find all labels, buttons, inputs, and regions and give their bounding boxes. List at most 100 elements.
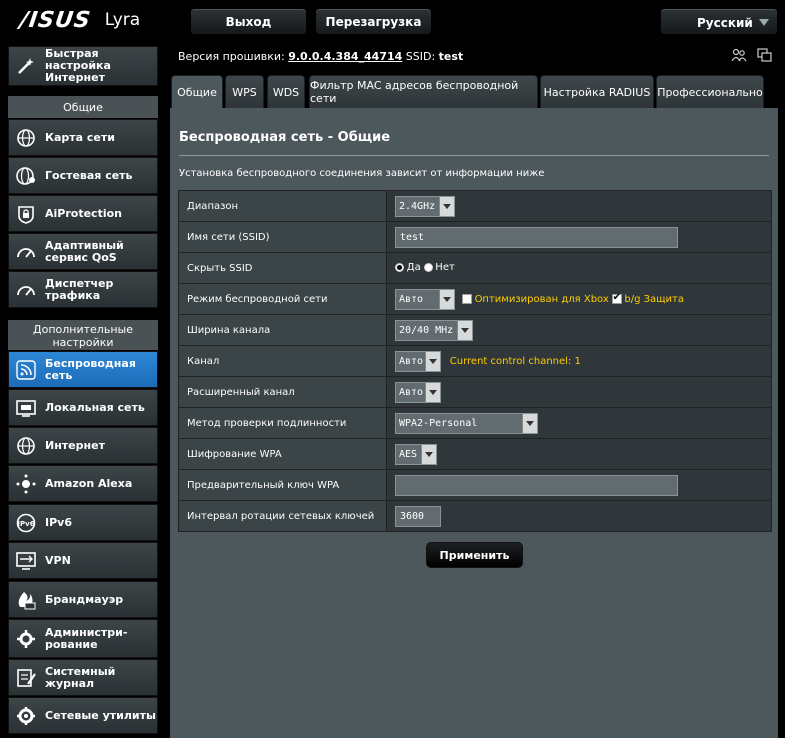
page-description: Установка беспроводного соединения завис… (179, 168, 545, 179)
asus-logo[interactable]: /ISUS Lyra (18, 7, 141, 33)
tab-general[interactable]: Общие (171, 75, 223, 108)
sidebar-item-label: Amazon Alexa (45, 476, 133, 490)
logout-button[interactable]: Выход (190, 8, 307, 35)
firmware-label: Версия прошивки: (178, 50, 285, 63)
hide-ssid-yes-radio[interactable] (395, 263, 404, 273)
firewall-icon (15, 589, 37, 611)
tab-wds[interactable]: WDS (267, 75, 305, 108)
bg-protection-checkbox[interactable] (611, 292, 622, 304)
sidebar-item-label: Беспроводная сеть (45, 356, 136, 382)
page-title: Беспроводная сеть - Общие (179, 130, 391, 145)
tab-radius[interactable]: Настройка RADIUS (540, 75, 654, 108)
psk-label: Предварительный ключ WPA (178, 469, 387, 501)
auth-select[interactable]: WPA2-Personal (395, 412, 538, 434)
sidebar-item-network-tools[interactable]: Сетевые утилиты (8, 697, 158, 734)
auth-row: Метод проверки подлинности WPA2-Personal (178, 407, 772, 439)
sidebar: Быстрая настройка Интернет Общие Карта с… (0, 40, 170, 738)
channel-info: Current control channel: 1 (449, 355, 581, 367)
sidebar-item-lan[interactable]: Локальная сеть (8, 389, 158, 426)
copy-icon[interactable] (757, 48, 773, 62)
sidebar-item-internet[interactable]: Интернет (8, 427, 158, 464)
mode-select[interactable]: Авто (395, 288, 455, 310)
sidebar-item-system-log[interactable]: Системный журнал (8, 659, 158, 696)
sidebar-item-ipv6[interactable]: IPv6 IPv6 (8, 504, 158, 541)
chevron-down-icon (425, 351, 440, 371)
band-value: 2.4GHz (399, 200, 436, 212)
lock-icon (15, 203, 37, 225)
band-select[interactable]: 2.4GHz (395, 195, 455, 217)
sidebar-item-label: Интернет (45, 438, 105, 452)
firmware-version-link[interactable]: 9.0.0.4.384_44714 (288, 50, 402, 63)
wifi-icon (15, 359, 37, 381)
channel-label: Канал (178, 345, 387, 377)
encryption-row: Шифрование WPA AES (178, 438, 772, 470)
sidebar-item-label: Сетевые утилиты (45, 708, 156, 722)
ssid-row: Имя сети (SSID) test (178, 221, 772, 253)
sidebar-item-network-map[interactable]: Карта сети (8, 119, 158, 156)
gauge-icon (15, 279, 37, 301)
hide-ssid-yes-label: Да (406, 262, 421, 274)
mode-label: Режим беспроводной сети (178, 283, 387, 315)
ext-channel-row: Расширенный канал Авто (178, 376, 772, 408)
interval-input[interactable]: 3600 (395, 505, 441, 527)
sidebar-item-traffic-manager[interactable]: Диспетчер трафика (8, 271, 158, 308)
sidebar-item-firewall[interactable]: Брандмауэр (8, 581, 158, 618)
guest-network-icon (15, 165, 37, 187)
tab-wps[interactable]: WPS (225, 75, 264, 108)
tab-mac-filter[interactable]: Фильтр MAC адресов беспроводной сети (309, 75, 538, 108)
brand-logo-text: /ISUS (18, 7, 93, 33)
sidebar-item-aiprotection[interactable]: AiProtection (8, 195, 158, 232)
language-value: Русский (697, 16, 753, 30)
sidebar-item-alexa[interactable]: Amazon Alexa (8, 465, 158, 502)
ext-channel-select[interactable]: Авто (395, 381, 441, 403)
psk-input[interactable] (395, 474, 678, 496)
sidebar-item-label: Администри-рование (45, 625, 128, 651)
interval-row: Интервал ротации сетевых ключей 3600 (178, 500, 772, 532)
sidebar-item-guest-network[interactable]: Гостевая сеть (8, 157, 158, 194)
sidebar-item-wireless[interactable]: Беспроводная сеть (8, 351, 158, 388)
chevron-down-icon (439, 289, 454, 309)
ipv6-icon: IPv6 (15, 512, 37, 534)
encryption-select[interactable]: AES (395, 443, 437, 465)
sidebar-item-label: IPv6 (45, 515, 72, 529)
auth-label: Метод проверки подлинности (178, 407, 387, 439)
gear-icon (15, 628, 37, 650)
title-divider (179, 155, 769, 156)
info-row: Версия прошивки: 9.0.0.4.384_44714 SSID:… (170, 40, 785, 72)
hide-ssid-no-label: Нет (435, 262, 455, 274)
tools-icon (15, 705, 37, 727)
sidebar-item-label: AiProtection (45, 206, 122, 220)
log-icon (15, 667, 37, 689)
sidebar-item-qos[interactable]: Адаптивный сервис QoS (8, 233, 158, 270)
lan-icon (15, 397, 37, 419)
language-select[interactable]: Русский (660, 8, 778, 35)
auth-value: WPA2-Personal (399, 417, 478, 429)
channel-select[interactable]: Авто (395, 350, 441, 372)
xbox-checkbox[interactable] (461, 294, 472, 304)
chevron-down-icon (421, 444, 436, 464)
ssid-input[interactable]: test (395, 226, 678, 248)
sidebar-item-quick-setup[interactable]: Быстрая настройка Интернет (8, 46, 158, 86)
xbox-label: Оптимизирован для Xbox (474, 293, 609, 305)
chevron-down-icon (439, 196, 454, 216)
sidebar-item-label: Диспетчер трафика (45, 276, 114, 302)
users-icon[interactable] (731, 48, 747, 62)
globe-icon (15, 127, 37, 149)
section-advanced: Дополнительные настройки (8, 320, 158, 350)
sidebar-item-vpn[interactable]: VPN (8, 542, 158, 579)
apply-button[interactable]: Применить (426, 542, 523, 568)
hide-ssid-label: Скрыть SSID (178, 252, 387, 284)
tab-professional[interactable]: Профессионально (656, 75, 764, 108)
reboot-button[interactable]: Перезагрузка (315, 8, 432, 35)
band-label: Диапазон (178, 190, 387, 222)
hide-ssid-row: Скрыть SSID Да Нет (178, 252, 772, 284)
ssid-label: SSID: (405, 50, 436, 63)
hide-ssid-no-radio[interactable] (423, 263, 433, 273)
width-select[interactable]: 20/40 MHz (395, 319, 473, 341)
mode-row: Режим беспроводной сети Авто Оптимизиров… (178, 283, 772, 315)
width-label: Ширина канала (178, 314, 387, 346)
chevron-down-icon (522, 413, 537, 433)
settings-table: Диапазон 2.4GHz Имя сети (SSID) test Скр… (178, 190, 772, 532)
model-name: Lyra (104, 10, 141, 30)
sidebar-item-administration[interactable]: Администри-рование (8, 619, 158, 658)
